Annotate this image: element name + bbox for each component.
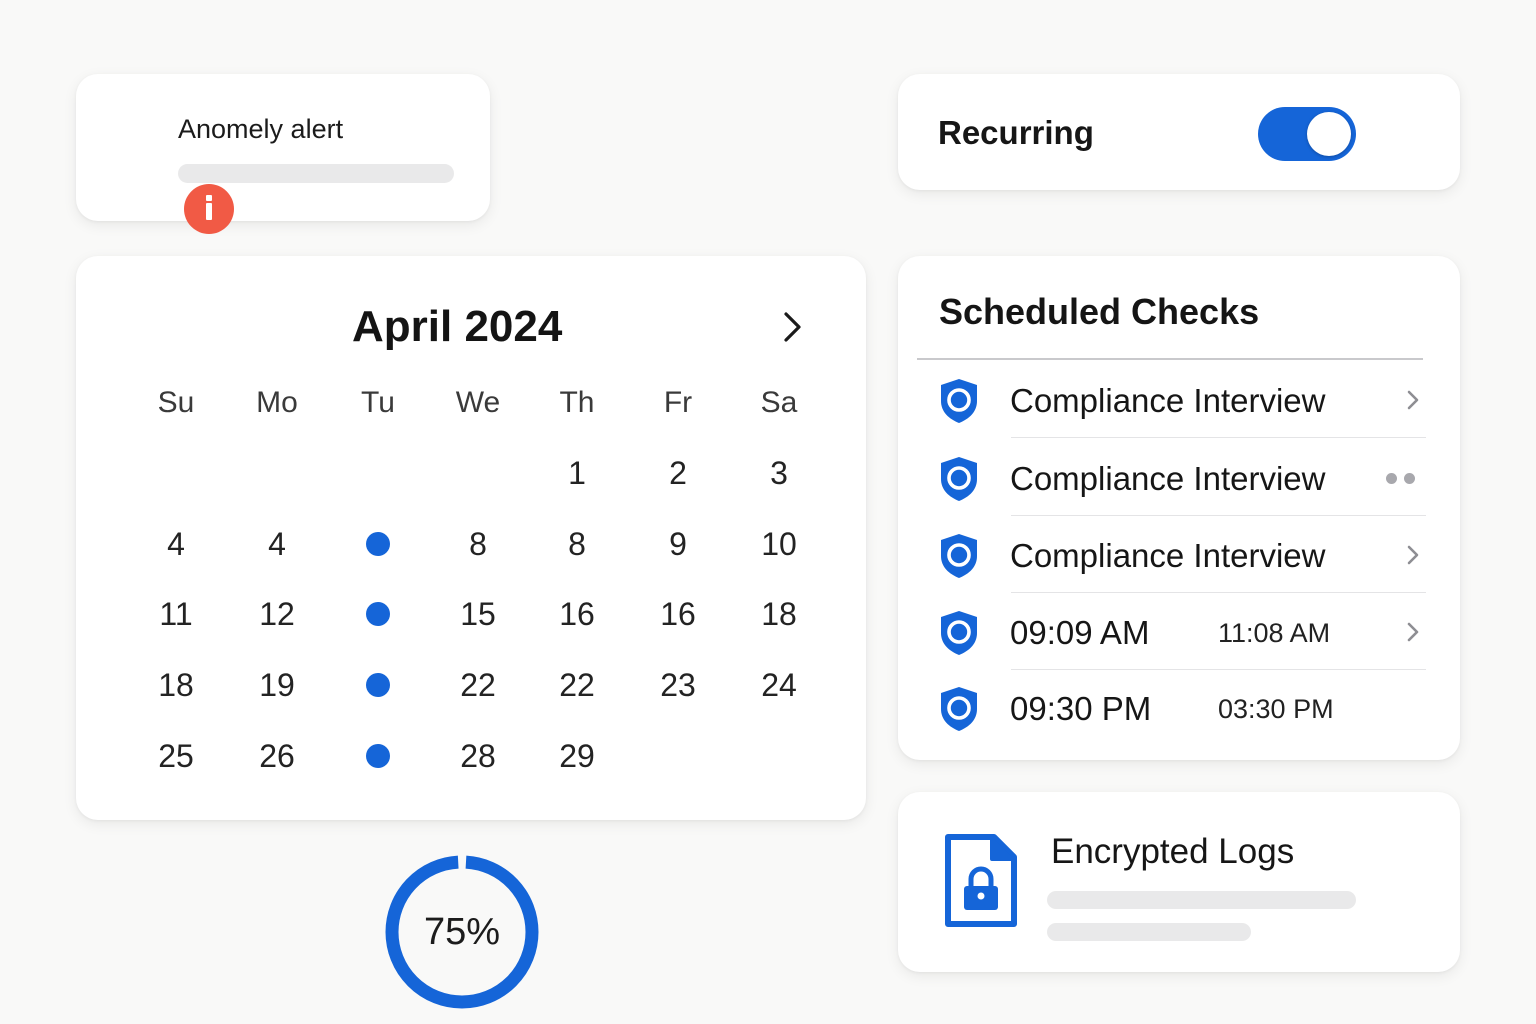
logs-placeholder-bar: [1047, 923, 1251, 941]
recurring-toggle[interactable]: [1258, 107, 1356, 161]
weekday-label: We: [455, 386, 501, 419]
progress-ring: 75%: [384, 854, 540, 1010]
event-marker[interactable]: [366, 673, 390, 697]
calendar-day[interactable]: 8: [537, 519, 617, 569]
calendar-day[interactable]: 26: [237, 731, 317, 781]
recurring-label: Recurring: [938, 114, 1094, 151]
weekday-label: Mo: [256, 386, 298, 419]
row-divider: [1011, 515, 1426, 516]
weekday-label: Tu: [361, 386, 395, 419]
chevron-right-icon: [784, 312, 801, 342]
check-row[interactable]: Compliance Interview: [898, 517, 1460, 593]
title-divider: [917, 358, 1423, 360]
anomaly-alert-card[interactable]: Anomely alert: [76, 74, 490, 234]
calendar-day[interactable]: 18: [136, 660, 216, 710]
check-row[interactable]: 09:09 AM 11:08 AM: [898, 594, 1460, 670]
check-end-time: 11:08 AM: [1218, 618, 1331, 648]
calendar-day[interactable]: 10: [739, 519, 819, 569]
calendar-day[interactable]: 1: [537, 448, 617, 498]
logs-placeholder-bar: [1047, 891, 1356, 909]
check-label: 09:09 AM: [1010, 614, 1150, 651]
check-label: 09:30 PM: [1010, 690, 1152, 727]
calendar-day[interactable]: 22: [438, 660, 518, 710]
scheduled-checks-card: Scheduled Checks Compliance Interview Com…: [898, 256, 1460, 760]
calendar-day[interactable]: 22: [537, 660, 617, 710]
alert-placeholder-bar: [178, 164, 454, 183]
calendar-day[interactable]: 3: [739, 448, 819, 498]
calendar-day[interactable]: 28: [438, 731, 518, 781]
check-label: Compliance Interview: [1010, 460, 1326, 497]
calendar-day[interactable]: 4: [136, 519, 216, 569]
weekday-label: Su: [157, 386, 195, 419]
row-divider: [1011, 592, 1426, 593]
event-marker[interactable]: [366, 602, 390, 626]
calendar-day[interactable]: 16: [537, 589, 617, 639]
event-marker[interactable]: [366, 744, 390, 768]
more-dots-icon[interactable]: [1386, 473, 1420, 485]
check-row[interactable]: 09:30 PM 03:30 PM: [898, 670, 1460, 746]
recurring-card: Recurring: [898, 74, 1460, 190]
calendar-day[interactable]: 15: [438, 589, 518, 639]
shield-icon: [938, 532, 980, 580]
shield-icon: [938, 685, 980, 733]
calendar-day[interactable]: 2: [638, 448, 718, 498]
check-end-time: 03:30 PM: [1218, 694, 1334, 724]
calendar-day[interactable]: 29: [537, 731, 617, 781]
progress-percent: 75%: [423, 911, 501, 953]
check-row[interactable]: Compliance Interview: [898, 440, 1460, 516]
weekday-label: Sa: [760, 386, 798, 419]
next-month-button[interactable]: [770, 304, 816, 350]
shield-icon: [938, 609, 980, 657]
scheduled-checks-title: Scheduled Checks: [939, 291, 1260, 332]
calendar-day[interactable]: 8: [438, 519, 518, 569]
info-icon: [184, 184, 234, 234]
calendar-day[interactable]: 9: [638, 519, 718, 569]
calendar-card: April 2024 Su Mo Tu We Th Fr Sa 1 2 3 4 4 8 8 9 10 11 12 1…: [76, 256, 866, 820]
calendar-day[interactable]: 25: [136, 731, 216, 781]
calendar-day[interactable]: 4: [237, 519, 317, 569]
calendar-day[interactable]: 24: [739, 660, 819, 710]
calendar-day[interactable]: 11: [136, 589, 216, 639]
shield-icon: [938, 377, 980, 425]
calendar-day[interactable]: 19: [237, 660, 317, 710]
file-lock-icon: [945, 834, 1017, 927]
weekday-label: Fr: [663, 386, 693, 419]
encrypted-logs-card[interactable]: Encrypted Logs: [898, 792, 1460, 972]
calendar-day[interactable]: 12: [237, 589, 317, 639]
toggle-knob: [1307, 112, 1351, 156]
row-divider: [1011, 437, 1426, 438]
encrypted-logs-title: Encrypted Logs: [1051, 832, 1295, 871]
chevron-right-icon[interactable]: [1400, 616, 1426, 648]
check-label: Compliance Interview: [1010, 537, 1326, 574]
weekday-label: Th: [559, 386, 595, 419]
event-marker[interactable]: [366, 532, 390, 556]
check-row[interactable]: Compliance Interview: [898, 362, 1460, 438]
shield-icon: [938, 455, 980, 503]
calendar-day[interactable]: 16: [638, 589, 718, 639]
alert-title: Anomely alert: [178, 114, 344, 144]
chevron-right-icon[interactable]: [1400, 539, 1426, 571]
calendar-day[interactable]: 23: [638, 660, 718, 710]
calendar-month-title: April 2024: [352, 302, 563, 351]
check-label: Compliance Interview: [1010, 382, 1326, 419]
calendar-day[interactable]: 18: [739, 589, 819, 639]
chevron-right-icon[interactable]: [1400, 384, 1426, 416]
